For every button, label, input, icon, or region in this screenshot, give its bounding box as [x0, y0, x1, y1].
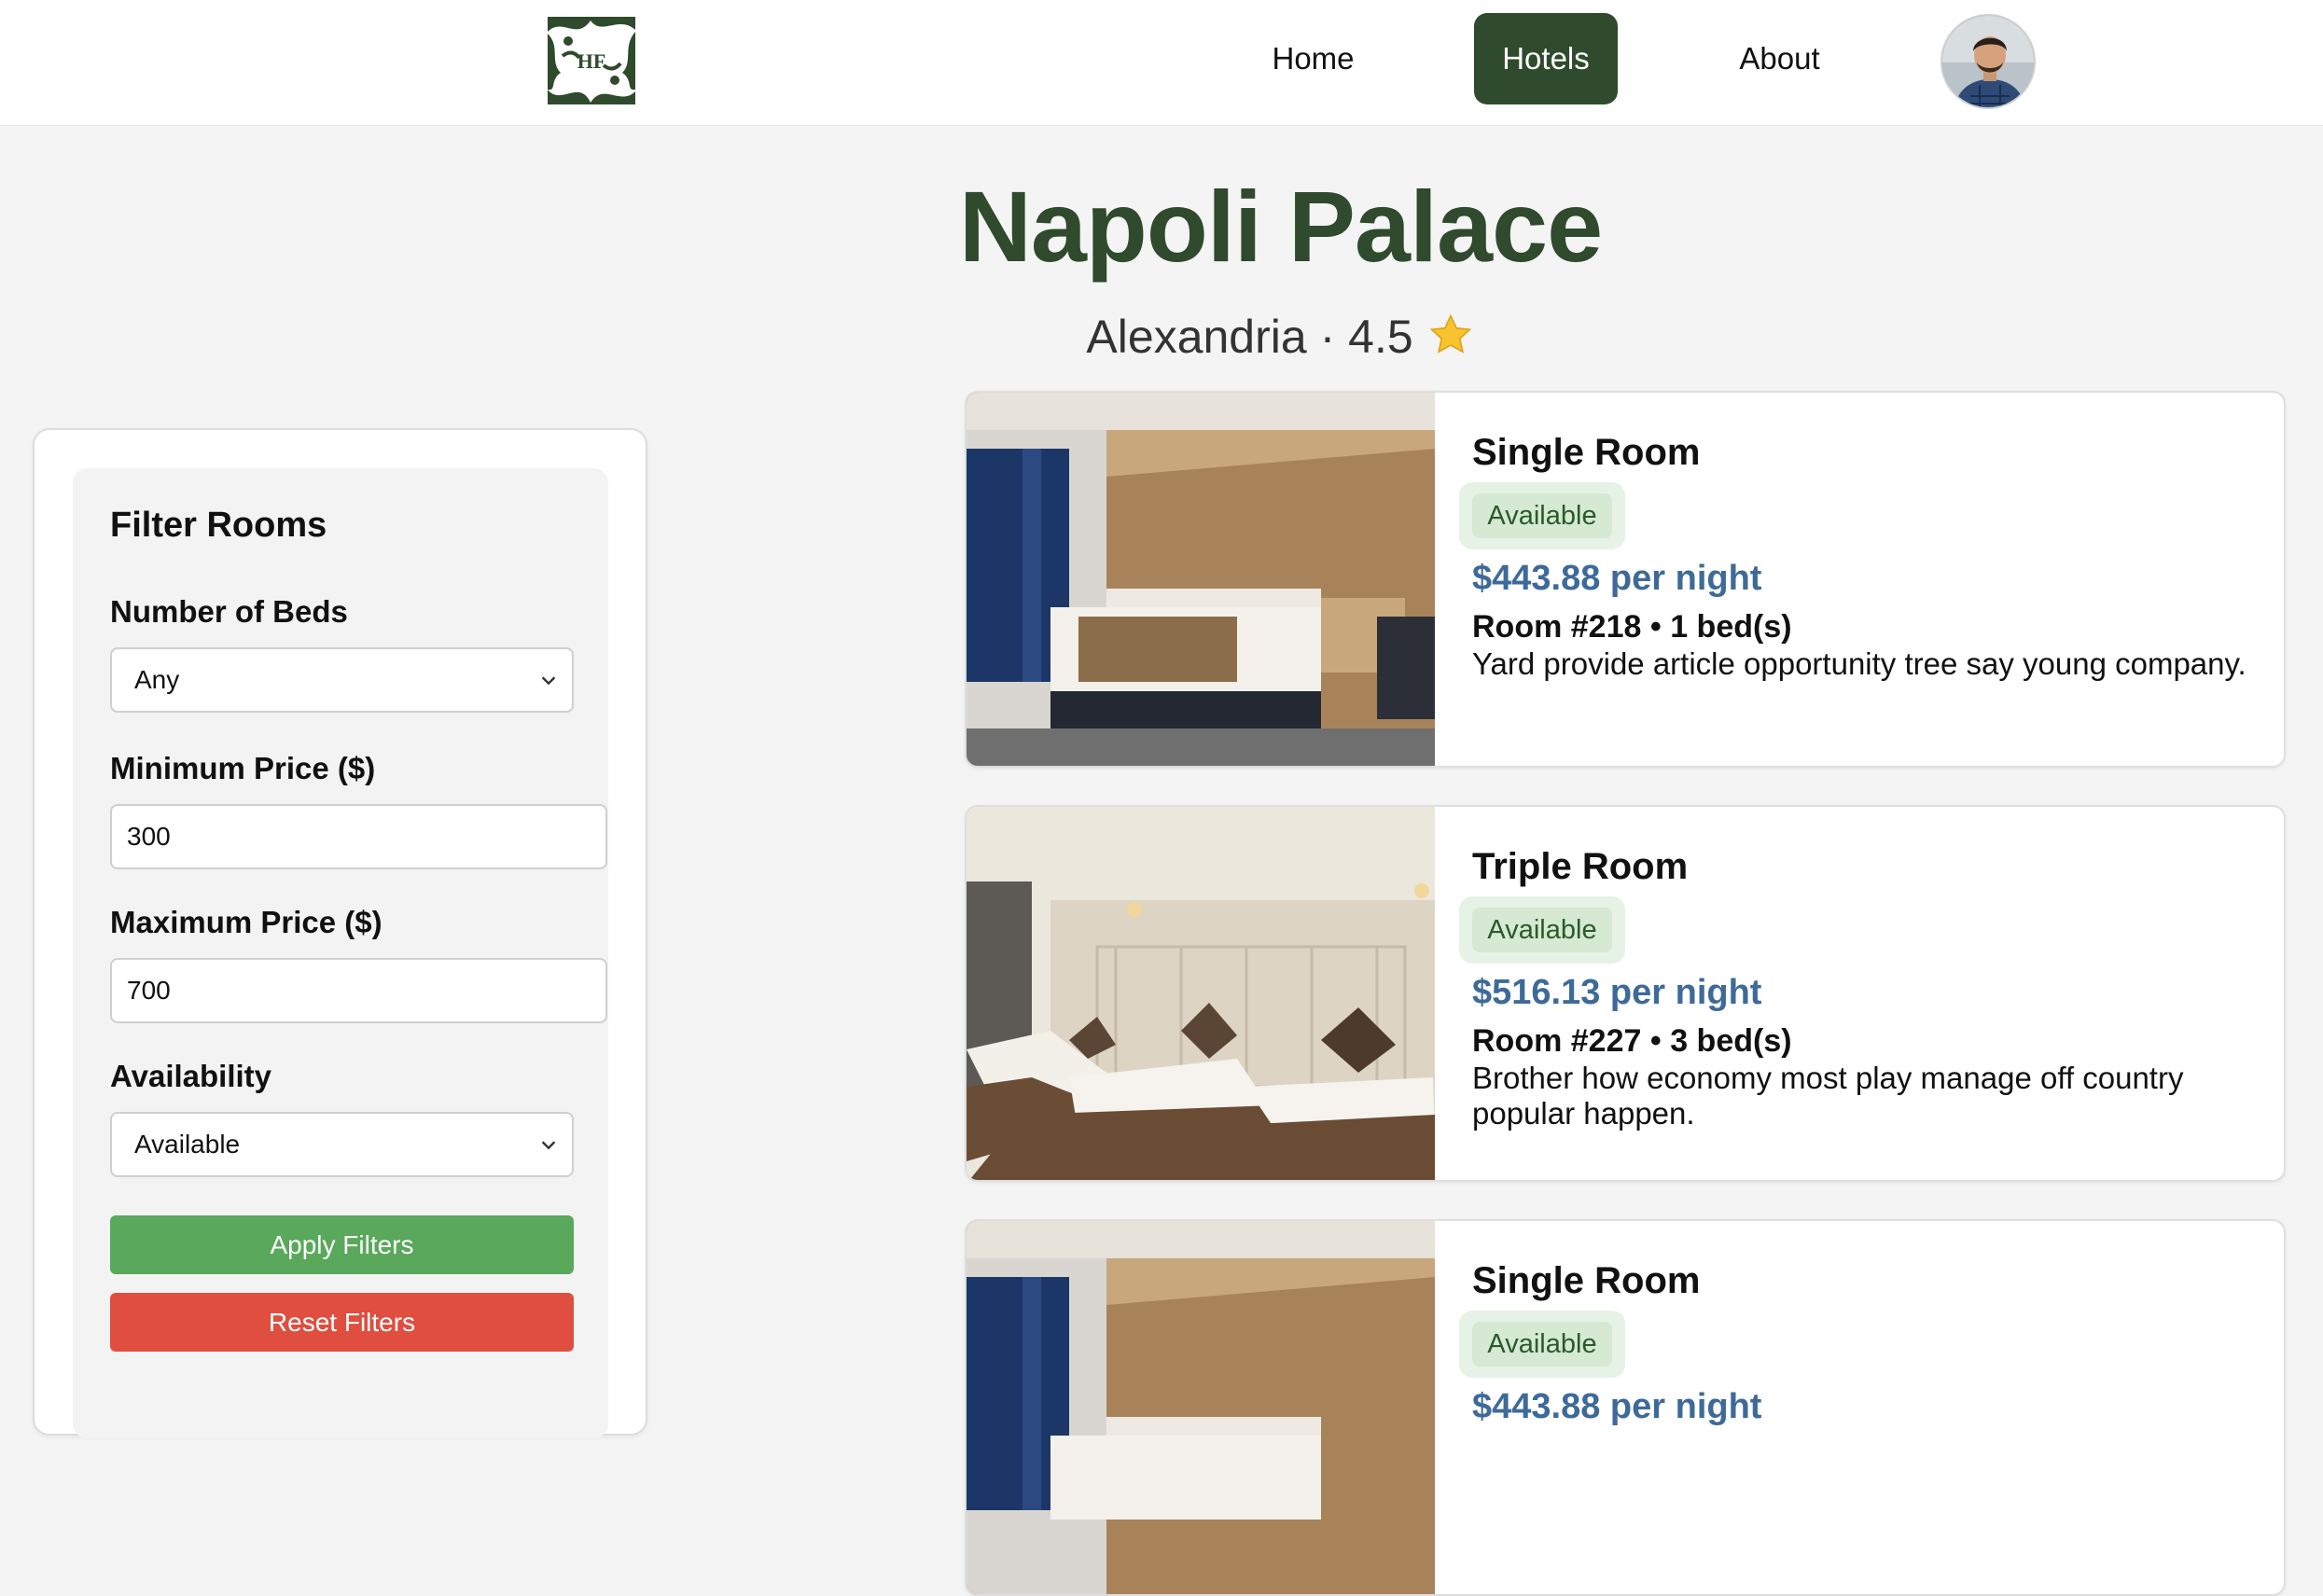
- availability-badge: Available: [1472, 1322, 1612, 1367]
- min-price-label: Minimum Price ($): [110, 751, 376, 785]
- filter-panel: Filter Rooms Number of Beds Any Minimum …: [33, 428, 647, 1438]
- room-card[interactable]: Single Room Available $443.88 per night: [965, 1219, 2286, 1596]
- hotel-name: Napoli Palace: [958, 170, 1603, 283]
- filter-form: Filter Rooms Number of Beds Any Minimum …: [73, 468, 608, 1438]
- room-type: Single Room: [1472, 1260, 1701, 1301]
- chevron-down-icon: [541, 1141, 556, 1150]
- beds-label: Number of Beds: [110, 594, 348, 629]
- room-number-beds: Room #227 • 3 bed(s): [1472, 1023, 1792, 1059]
- beds-select[interactable]: Any: [110, 647, 574, 713]
- room-price: $443.88 per night: [1472, 1387, 1762, 1426]
- room-type: Triple Room: [1472, 846, 1689, 887]
- logo-monogram: HF: [577, 49, 606, 73]
- max-price-value: 700: [127, 976, 171, 1005]
- filter-title: Filter Rooms: [110, 506, 327, 545]
- min-price-input[interactable]: 300: [110, 804, 607, 869]
- min-price-value: 300: [127, 822, 171, 851]
- availability-badge-container: Available: [1459, 896, 1625, 964]
- room-type: Single Room: [1472, 432, 1701, 473]
- top-navigation-bar: HF Home Hotels About: [0, 0, 2323, 126]
- separator-dot: ·: [1319, 311, 1336, 363]
- room-number-beds: Room #218 • 1 bed(s): [1472, 609, 1792, 645]
- room-card[interactable]: Single Room Available $443.88 per night …: [965, 391, 2286, 768]
- hotel-location-rating: Alexandria · 4.5: [933, 310, 1628, 364]
- apply-filters-button[interactable]: Apply Filters: [110, 1215, 574, 1274]
- room-card[interactable]: Triple Room Available $516.13 per night …: [965, 805, 2286, 1182]
- hotel-rating: 4.5: [1348, 311, 1413, 363]
- availability-label: Availability: [110, 1059, 272, 1093]
- beds-select-value: Any: [134, 665, 180, 694]
- room-description: Yard provide article opportunity tree sa…: [1472, 646, 2246, 681]
- room-price: $443.88 per night: [1472, 559, 1762, 598]
- room-description: Brother how economy most play manage off…: [1472, 1061, 2184, 1131]
- hotel-logo[interactable]: HF: [544, 13, 639, 108]
- availability-badge: Available: [1472, 493, 1612, 538]
- room-photo: [967, 1221, 1435, 1594]
- chevron-down-icon: [541, 676, 556, 686]
- max-price-input[interactable]: 700: [110, 958, 607, 1023]
- star-icon: [1429, 313, 1471, 354]
- nav-hotels-link[interactable]: Hotels: [1474, 13, 1618, 104]
- room-price: $516.13 per night: [1472, 973, 1762, 1012]
- availability-badge: Available: [1472, 908, 1612, 952]
- reset-filters-button[interactable]: Reset Filters: [110, 1293, 574, 1352]
- user-avatar[interactable]: [1940, 14, 2036, 109]
- hotel-city: Alexandria: [1086, 311, 1307, 363]
- availability-badge-container: Available: [1459, 1311, 1625, 1378]
- max-price-label: Maximum Price ($): [110, 905, 383, 939]
- availability-select[interactable]: Available: [110, 1112, 574, 1177]
- nav-about-link[interactable]: About: [1717, 13, 1843, 104]
- room-photo: [967, 807, 1435, 1180]
- availability-badge-container: Available: [1459, 482, 1625, 549]
- availability-select-value: Available: [134, 1130, 241, 1159]
- room-photo: [967, 393, 1435, 766]
- nav-home-link[interactable]: Home: [1250, 13, 1376, 104]
